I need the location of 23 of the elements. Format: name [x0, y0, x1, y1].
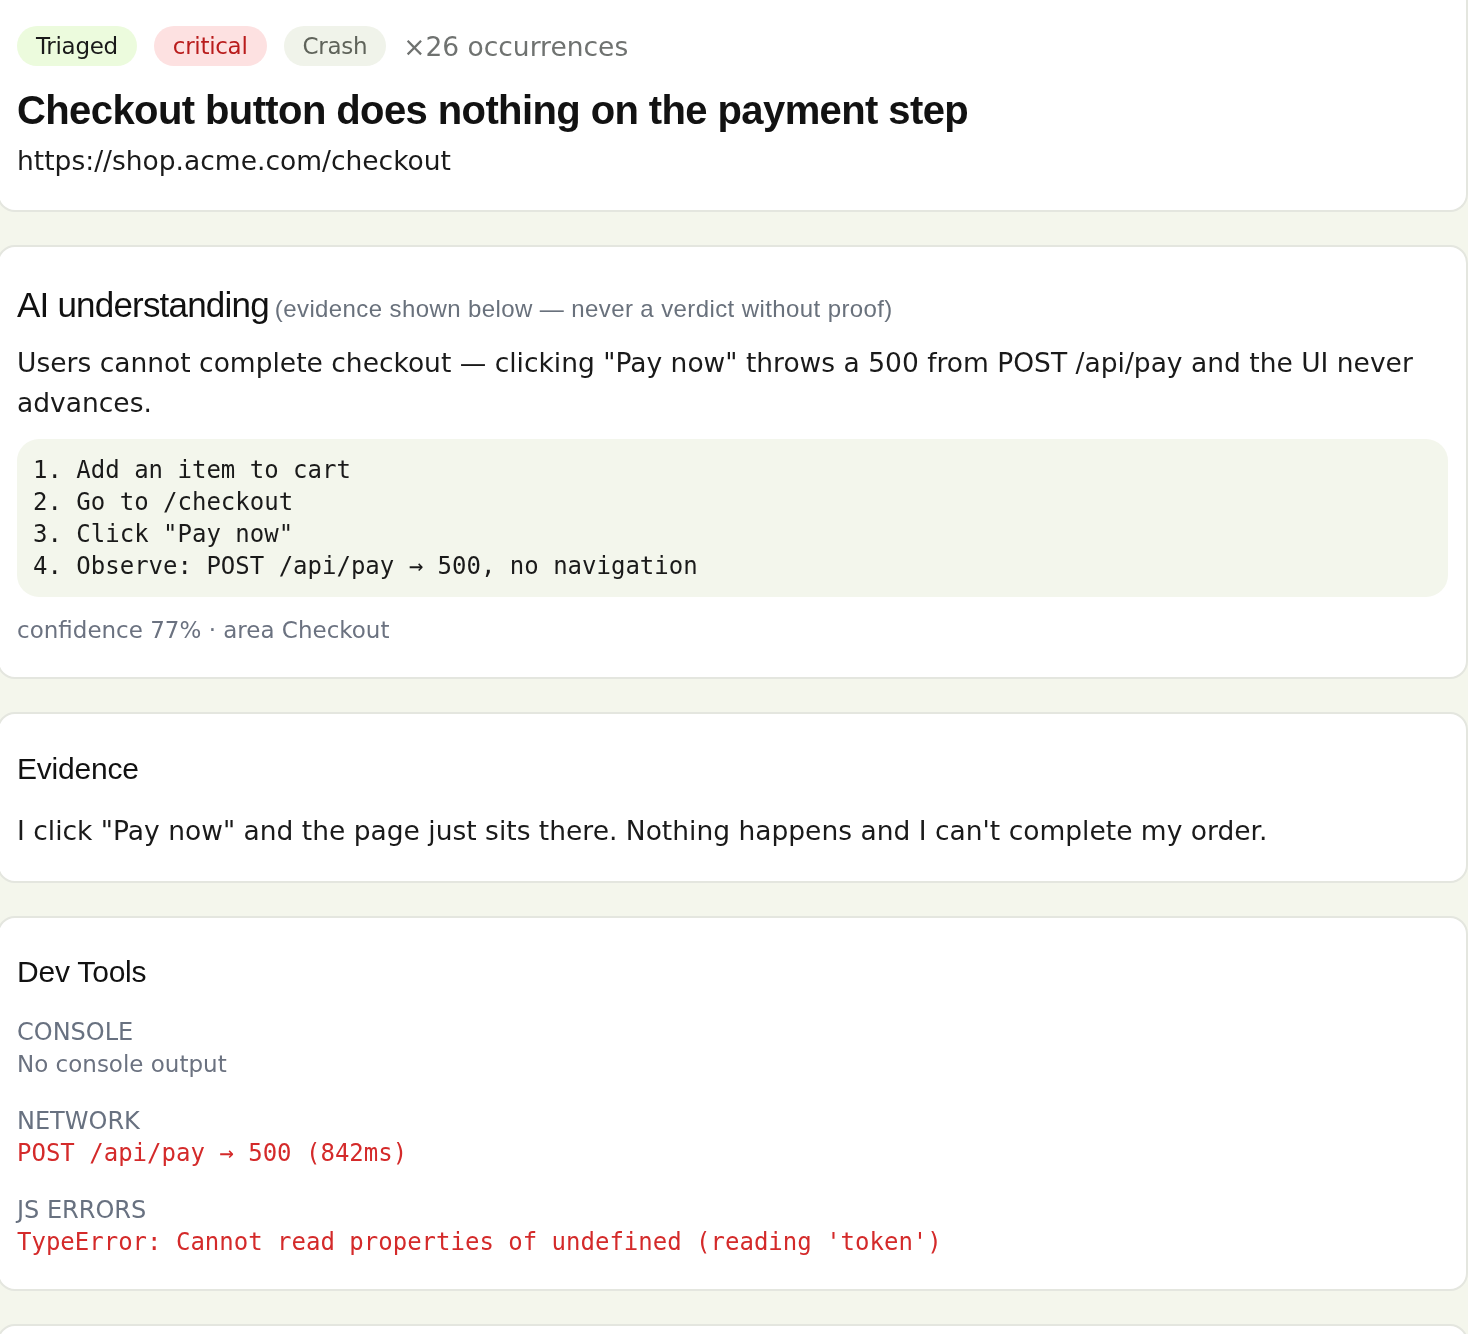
section-heading: Dev Tools [17, 954, 148, 990]
issue-title: Checkout button does nothing on the payment step [17, 87, 970, 134]
occurrence-count: ×26 occurrences [403, 30, 629, 62]
summary-text: Users cannot complete checkout — clicking "Pay now" throws a 500 from POST /api/pay and the UI never advances. [17, 346, 1414, 420]
confidence-text: confidence 77% · area Checkout [17, 616, 391, 645]
error-output-text: TypeError: Cannot read properties of undefined (reading 'token') [17, 1227, 943, 1258]
heading-note: (evidence shown below — never a verdict without proof) [274, 295, 893, 323]
category-tag: Crash [283, 26, 387, 66]
section-label: NETWORK [17, 1106, 141, 1136]
section-heading: AI understanding [17, 285, 269, 325]
section-label: CONSOLE [17, 1017, 135, 1047]
empty-output-text: No console output [17, 1050, 228, 1079]
section-heading: Evidence [17, 751, 140, 787]
code-line: 1. Add an item to cart [33, 455, 351, 486]
code-line: 2. Go to /checkout [33, 487, 294, 518]
severity-tag: critical [153, 26, 267, 66]
page-url: https://shop.acme.com/checkout [17, 144, 452, 178]
section-label: JS ERRORS [17, 1195, 148, 1225]
code-line: 3. Click "Pay now" [33, 519, 294, 550]
evidence-quote: I click "Pay now" and the page just sits there. Nothing happens and I can't complete my order. [17, 814, 1269, 848]
status-tag: Triaged [17, 26, 137, 66]
code-line: 4. Observe: POST /api/pay → 500, no navigation [33, 551, 698, 582]
error-output-text: POST /api/pay → 500 (842ms) [17, 1138, 409, 1169]
